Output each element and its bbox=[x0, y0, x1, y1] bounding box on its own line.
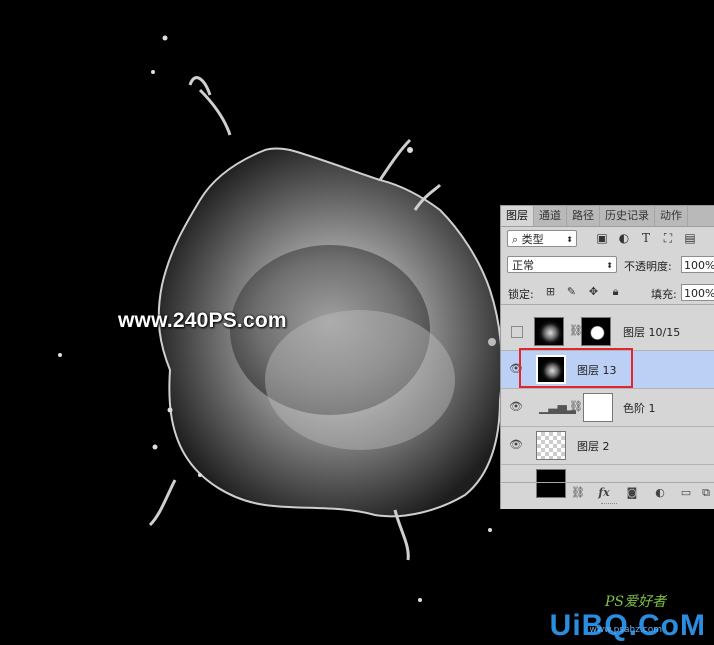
fx-icon[interactable]: fx bbox=[597, 486, 611, 500]
visibility-toggle[interactable] bbox=[511, 326, 523, 338]
lock-all-icon[interactable]: 🔒︎ bbox=[609, 285, 622, 298]
filter-kind-label: 类型 bbox=[521, 233, 544, 246]
adjustment-icon[interactable]: ◐ bbox=[653, 486, 667, 500]
filter-row: ⌕ 类型 ⬍ ▣ ◐ T ⛶ ▤ bbox=[501, 228, 714, 250]
layer-thumbnail bbox=[536, 431, 566, 460]
panel-bottom-toolbar: ⛓ fx ◙ ◐ ▭ ⧉ bbox=[501, 482, 714, 503]
panel-tabs: 图层 通道 路径 历史记录 动作 bbox=[501, 206, 714, 227]
highlight-annotation-box bbox=[519, 348, 633, 388]
levels-histogram-icon: ▁▃▅▂ bbox=[539, 400, 576, 414]
lock-row: 锁定: ⊞ ✎ ✥ 🔒︎ 填充: 100% bbox=[501, 282, 714, 305]
layer-name[interactable]: 色阶 1 bbox=[623, 400, 656, 416]
tab-channels[interactable]: 通道 bbox=[534, 206, 567, 226]
layer-mask-thumbnail[interactable] bbox=[581, 317, 611, 346]
chevron-updown-icon: ⬍ bbox=[606, 261, 613, 270]
tab-actions[interactable]: 动作 bbox=[655, 206, 688, 226]
layers-list: ⛓ 图层 10/15 👁︎ 图层 13 👁︎ ▁▃▅▂ ⛓ 色阶 1 👁︎ 图层… bbox=[501, 313, 714, 498]
mask-icon[interactable]: ◙ bbox=[625, 486, 639, 500]
blend-mode-value: 正常 bbox=[512, 259, 534, 272]
opacity-input[interactable]: 100% bbox=[681, 256, 714, 273]
lock-label: 锁定: bbox=[508, 288, 534, 301]
shape-filter-icon[interactable]: ⛶ bbox=[661, 231, 675, 245]
layer-name[interactable]: 图层 2 bbox=[577, 438, 610, 454]
search-icon: ⌕ bbox=[512, 233, 519, 246]
lock-transparent-icon[interactable]: ⊞ bbox=[544, 285, 557, 298]
layer-row-levels[interactable]: 👁︎ ▁▃▅▂ ⛓ 色阶 1 bbox=[501, 389, 714, 427]
blend-mode-select[interactable]: 正常 ⬍ bbox=[507, 256, 617, 273]
layer-row-2[interactable]: 👁︎ 图层 2 bbox=[501, 427, 714, 465]
blend-row: 正常 ⬍ 不透明度: 100% bbox=[501, 254, 714, 276]
filter-kind-select[interactable]: ⌕ 类型 ⬍ bbox=[507, 230, 577, 247]
tab-history[interactable]: 历史记录 bbox=[600, 206, 655, 226]
new-layer-icon[interactable]: ⧉ bbox=[699, 486, 713, 500]
resize-grip[interactable] bbox=[601, 503, 617, 506]
opacity-label: 不透明度: bbox=[624, 260, 672, 273]
image-filter-icon[interactable]: ▣ bbox=[595, 231, 609, 245]
tab-paths[interactable]: 路径 bbox=[567, 206, 600, 226]
folder-icon[interactable]: ▭ bbox=[679, 486, 693, 500]
fill-input[interactable]: 100% bbox=[681, 284, 714, 301]
brand-url: www.psahz.com bbox=[589, 625, 662, 635]
chevron-updown-icon: ⬍ bbox=[566, 235, 573, 244]
eye-icon[interactable]: 👁︎ bbox=[509, 400, 523, 414]
brand-tagline: PS爱好者 bbox=[604, 594, 666, 610]
layer-name[interactable]: 图层 10/15 bbox=[623, 324, 680, 340]
layer-row-background[interactable] bbox=[501, 465, 714, 498]
link-icon[interactable]: ⛓ bbox=[571, 486, 585, 500]
layer-row-10-15[interactable]: ⛓ 图层 10/15 bbox=[501, 313, 714, 351]
site-watermark: www.240PS.com bbox=[118, 309, 287, 332]
smartobject-filter-icon[interactable]: ▤ bbox=[683, 231, 697, 245]
fill-label: 填充: bbox=[651, 288, 677, 301]
brand-logo: PS爱好者 UiBQ.CoM www.psahz.com bbox=[550, 591, 706, 641]
type-filter-icon[interactable]: T bbox=[639, 231, 653, 245]
adjustment-filter-icon[interactable]: ◐ bbox=[617, 231, 631, 245]
layer-thumbnail bbox=[534, 317, 564, 346]
lock-move-icon[interactable]: ✥ bbox=[587, 285, 600, 298]
lock-brush-icon[interactable]: ✎ bbox=[565, 285, 578, 298]
tab-layers[interactable]: 图层 bbox=[501, 206, 534, 226]
eye-icon[interactable]: 👁︎ bbox=[509, 438, 523, 452]
chain-link-icon[interactable]: ⛓ bbox=[569, 399, 583, 415]
layer-mask-thumbnail[interactable] bbox=[583, 393, 613, 422]
chain-link-icon[interactable]: ⛓ bbox=[569, 323, 583, 339]
